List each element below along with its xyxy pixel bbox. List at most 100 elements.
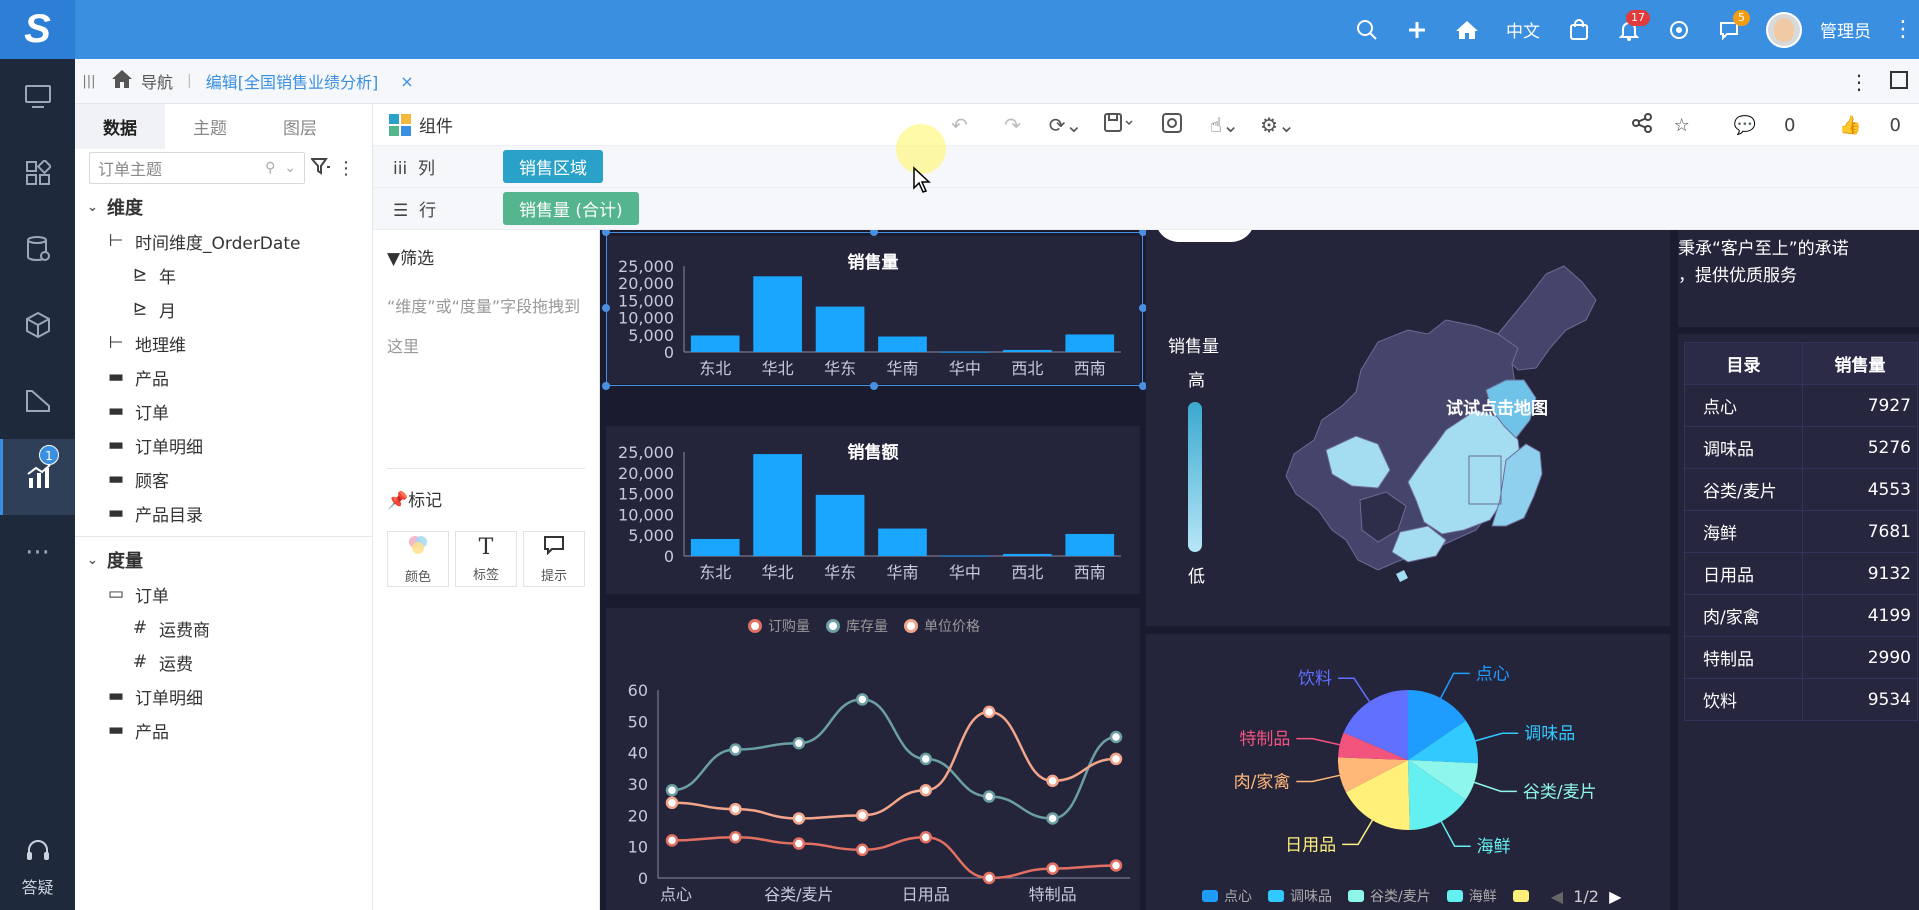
preview-icon[interactable] [1145,112,1198,138]
legend-item[interactable] [1512,890,1535,902]
bar[interactable] [690,538,740,556]
data-point[interactable] [982,790,996,803]
bar[interactable] [753,454,802,556]
rail-more-icon[interactable]: ··· [0,515,75,591]
table-row[interactable]: 日用品 9132 [1684,552,1918,595]
data-point[interactable] [792,837,806,850]
data-point[interactable] [729,743,742,756]
data-point[interactable] [665,796,679,810]
help-button[interactable]: 答疑 [0,838,75,898]
star-icon[interactable]: ☆ [1674,115,1690,136]
maximize-icon[interactable] [1879,70,1919,94]
grip-icon[interactable]: ||| [79,74,99,89]
comment-button[interactable]: 💬 0 [1712,115,1796,136]
chat-icon[interactable]: 5 [1704,0,1754,59]
resize-handle[interactable] [602,382,610,390]
data-point[interactable] [1109,859,1123,872]
like-button[interactable]: 👍 0 [1817,115,1901,136]
table-header[interactable]: 销售量 [1802,342,1918,385]
table-row[interactable]: 海鲜 7681 [1684,510,1918,553]
component-button[interactable]: 组件 [389,112,453,137]
share-icon[interactable] [1631,112,1652,138]
table-header[interactable]: 目录 [1684,342,1803,385]
hand-icon[interactable]: ☝⌄ [1198,113,1251,137]
tree-item[interactable]: ⊵ 月 [75,292,372,326]
bell-icon[interactable]: 17 [1604,0,1654,59]
tree-item[interactable]: ▬ 产品目录 [75,496,372,530]
rail-ruler-icon[interactable] [0,363,75,439]
table-row[interactable]: 调味品 5276 [1684,426,1918,469]
china-map[interactable]: 销售量 高 低 试试点击地图 [1146,230,1670,626]
tree-item[interactable]: ▬ 订单明细 [75,679,372,713]
more-menu-icon[interactable]: ⋮ [1887,17,1919,42]
data-point[interactable] [919,784,932,797]
data-point[interactable] [1109,752,1123,766]
row-pill[interactable]: 销售量 (合计) [503,192,639,225]
legend-item[interactable]: 点心 [1202,886,1252,906]
legend-item[interactable]: 海鲜 [1446,886,1497,906]
bar[interactable] [1003,553,1052,556]
table-row[interactable]: 点心 7927 [1684,384,1918,427]
legend-item[interactable]: 谷类/麦片 [1348,886,1431,906]
tree-item[interactable]: ⊵ 年 [75,258,372,292]
mark-label-button[interactable]: T 标签 [455,531,517,587]
data-point[interactable] [1046,812,1059,825]
column-pill[interactable]: 销售区域 [503,150,603,183]
bar[interactable] [878,528,927,556]
rail-analysis-icon[interactable]: 1 [0,439,75,515]
avatar[interactable] [1766,11,1802,48]
bar[interactable] [940,555,990,557]
data-point[interactable] [665,784,679,797]
tab-data[interactable]: 数据 [75,103,165,149]
refresh-icon[interactable]: ⟳⌄ [1039,113,1092,137]
series-line[interactable] [671,698,1117,820]
rail-database-icon[interactable] [0,211,75,287]
redo-icon[interactable]: ↷ [986,113,1039,137]
tree-item[interactable]: # 运费商 [75,611,372,645]
data-point[interactable] [919,831,932,844]
data-point[interactable] [856,809,869,822]
tab-home[interactable]: 导航 [111,69,173,94]
table-row[interactable]: 饮料 9534 [1684,678,1918,721]
rail-cube-icon[interactable] [0,287,75,363]
plus-icon[interactable] [1392,0,1442,59]
tree-item[interactable]: ⊢ 地理维 [75,326,372,360]
data-point[interactable] [982,871,996,885]
rail-monitor-icon[interactable] [0,59,75,135]
tree-group-dimensions[interactable]: ⌄ 维度 [75,190,372,224]
settings-icon[interactable]: ⚙⌄ [1251,113,1304,137]
resize-handle[interactable] [602,304,610,312]
map-shape[interactable] [1146,230,1670,626]
tree-item[interactable]: ▬ 订单 [75,394,372,428]
tree-item[interactable]: # 运费 [75,645,372,679]
data-point[interactable] [1046,862,1059,875]
app-logo[interactable]: S [0,0,75,59]
data-point[interactable] [665,834,679,847]
tree-item[interactable]: ▬ 顾客 [75,462,372,496]
data-point[interactable] [792,737,806,750]
data-point[interactable] [856,693,869,706]
data-point[interactable] [729,802,742,816]
collapse-tab[interactable]: ^ [1155,230,1255,242]
bar-chart-sales-amount[interactable]: 销售额 0 5,000 10,000 15,000 20,000 25,000 东北 华北 华东… [606,426,1140,594]
search-icon[interactable] [1342,0,1392,59]
tree-item[interactable]: ⊢ 时间维度_OrderDate [75,224,372,258]
language-switch[interactable]: 中文 [1492,17,1554,42]
bar[interactable] [815,494,865,556]
chevron-right-icon[interactable]: ▶ [1609,887,1621,906]
more-vertical-icon[interactable]: ⋮ [337,158,355,179]
chevron-left-icon[interactable]: ◀ [1551,887,1563,906]
table-row[interactable]: 谷类/麦片 4553 [1684,468,1918,511]
tab-theme[interactable]: 主题 [165,104,255,149]
subject-select[interactable]: 订单主题 ⚲ ⌄ [89,152,305,184]
resize-handle[interactable] [870,382,878,390]
legend-item[interactable]: 调味品 [1268,886,1332,906]
table-row[interactable]: 特制品 2990 [1684,636,1918,679]
data-point[interactable] [1046,774,1059,788]
save-icon[interactable] [1092,112,1145,138]
rail-widgets-icon[interactable] [0,135,75,211]
filter-icon[interactable] [309,157,331,180]
close-icon[interactable]: × [400,72,413,91]
bar[interactable] [1065,533,1115,556]
data-point[interactable] [919,752,932,766]
